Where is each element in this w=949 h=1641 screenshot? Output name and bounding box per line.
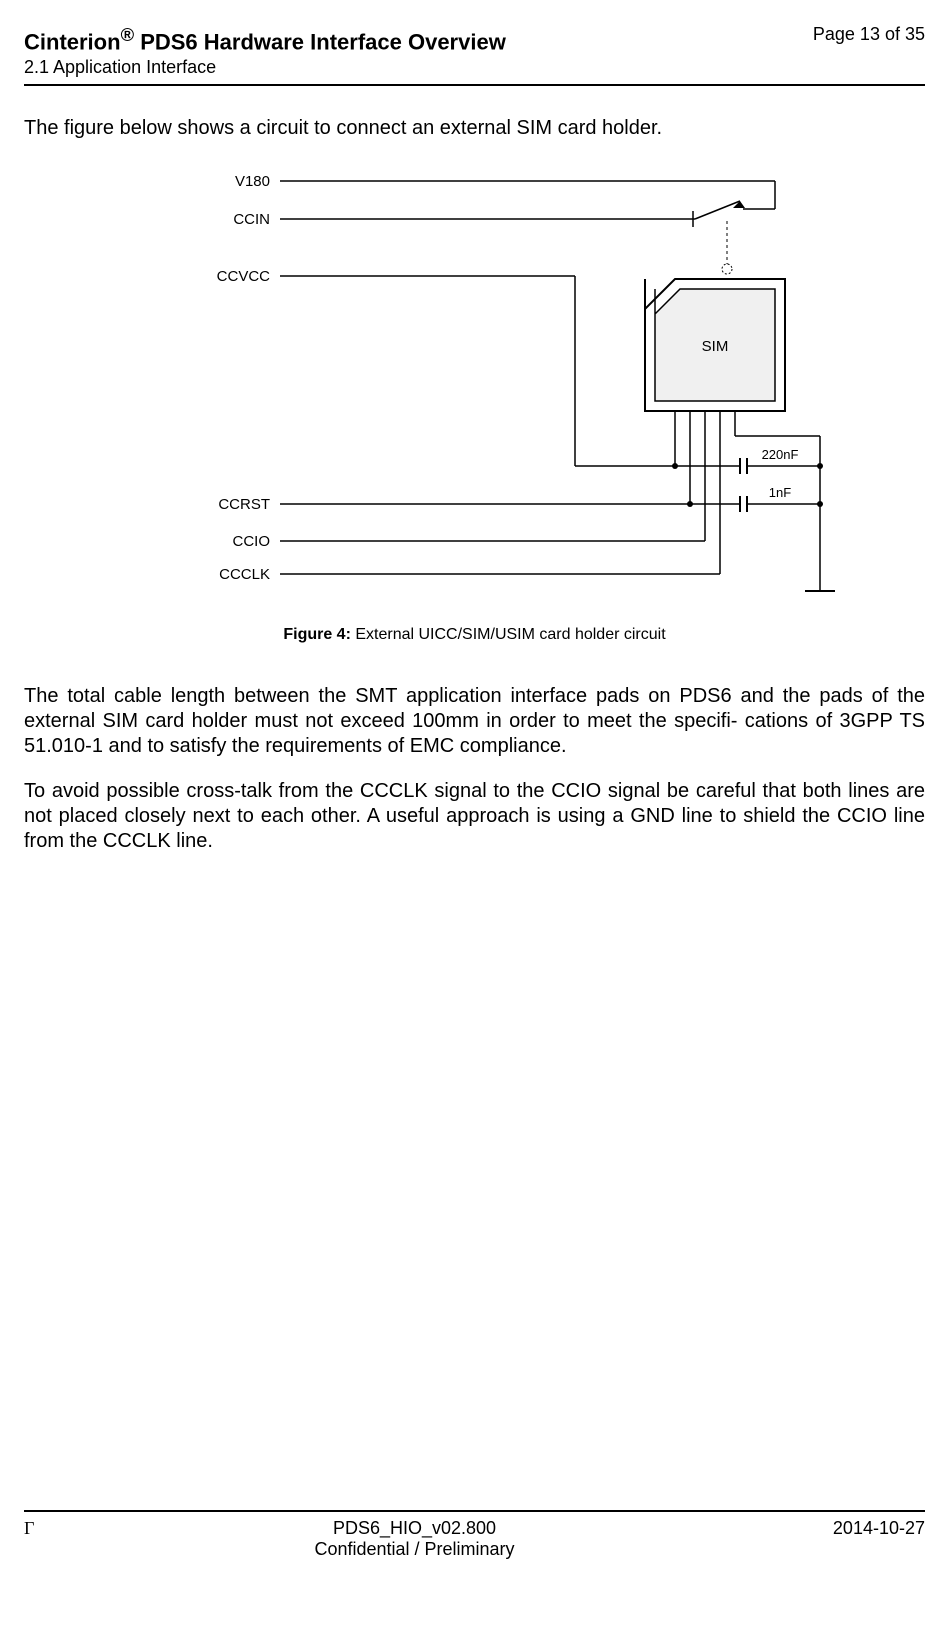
label-ccin: CCIN	[233, 211, 270, 228]
section-title: 2.1 Application Interface	[24, 57, 506, 78]
switch-button	[722, 264, 732, 274]
label-v180: V180	[234, 173, 269, 190]
label-cap2: 1nF	[768, 485, 790, 500]
page: Cinterion® PDS6 Hardware Interface Overv…	[0, 0, 949, 1580]
switch-arrow	[733, 201, 745, 208]
doc-title: Cinterion® PDS6 Hardware Interface Overv…	[24, 24, 506, 55]
figure-text: External UICC/SIM/USIM card holder circu…	[351, 626, 666, 643]
label-sim: SIM	[701, 338, 728, 355]
footer-left: Γ	[24, 1518, 54, 1560]
circuit-diagram: V180 CCIN CCVCC CCRST CCIO CCCLK SI	[115, 161, 835, 611]
title-prefix: Cinterion	[24, 29, 121, 54]
page-number: Page 13 of 35	[813, 24, 925, 45]
footer-date: 2014-10-27	[775, 1518, 925, 1560]
footer-confidential: Confidential / Preliminary	[314, 1539, 514, 1559]
registered-mark: ®	[121, 24, 135, 45]
label-ccclk: CCCLK	[219, 566, 270, 583]
paragraph-1: The total cable length between the SMT a…	[24, 684, 925, 759]
paragraph-2: To avoid possible cross-talk from the CC…	[24, 779, 925, 854]
label-cap1: 220nF	[761, 447, 798, 462]
label-ccvcc: CCVCC	[216, 268, 270, 285]
figure-label: Figure 4:	[283, 626, 351, 643]
header-left: Cinterion® PDS6 Hardware Interface Overv…	[24, 24, 506, 78]
figure-container: V180 CCIN CCVCC CCRST CCIO CCCLK SI	[24, 161, 925, 644]
page-footer: Γ PDS6_HIO_v02.800 Confidential / Prelim…	[24, 1510, 925, 1560]
label-ccrst: CCRST	[218, 496, 270, 513]
intro-paragraph: The figure below shows a circuit to conn…	[24, 116, 925, 141]
label-ccio: CCIO	[232, 533, 270, 550]
figure-caption: Figure 4: External UICC/SIM/USIM card ho…	[24, 626, 925, 644]
page-header: Cinterion® PDS6 Hardware Interface Overv…	[24, 24, 925, 86]
footer-center: PDS6_HIO_v02.800 Confidential / Prelimin…	[54, 1518, 775, 1560]
switch-arm	[695, 201, 740, 219]
title-suffix: PDS6 Hardware Interface Overview	[134, 29, 506, 54]
footer-doc-id: PDS6_HIO_v02.800	[333, 1518, 496, 1538]
